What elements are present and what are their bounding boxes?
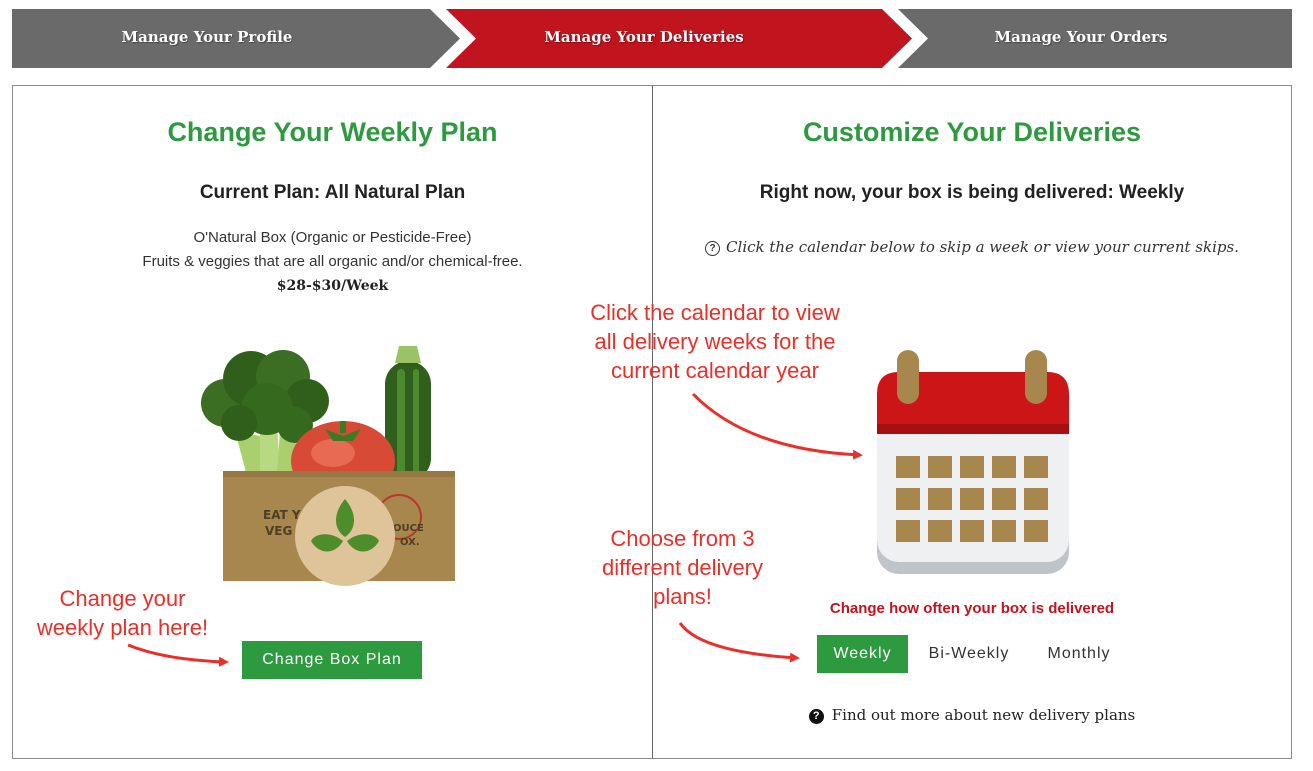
plan-box-name: O'Natural Box (Organic or Pesticide-Free… (193, 229, 472, 246)
weekly-plan-panel: Change Your Weekly Plan Current Plan: Al… (12, 85, 653, 759)
step-navigation: Manage Your Profile Manage Your Deliveri… (12, 9, 1292, 68)
delivery-plans-info-text: Find out more about new delivery plans (831, 706, 1136, 724)
annotation-delivery-plans: Choose from 3 different delivery plans! (601, 526, 763, 609)
plan-price: $28-$30/Week (276, 278, 389, 294)
weekly-plan-title: Change Your Weekly Plan (167, 117, 498, 147)
frequency-option-bi-weekly[interactable]: Bi-Weekly (915, 635, 1023, 673)
frequency-option-monthly[interactable]: Monthly (1033, 635, 1125, 673)
plan-details: O'Natural Box (Organic or Pesticide-Free… (13, 226, 652, 298)
skip-note: ? Click the calendar below to skip a week… (653, 238, 1291, 256)
step-manage-profile[interactable]: Manage Your Profile (12, 9, 402, 68)
box-text-right1: OUCE (393, 523, 424, 534)
customize-deliveries-panel: Customize Your Deliveries Right now, you… (652, 85, 1292, 759)
delivery-status: Right now, your box is being delivered: … (759, 182, 1185, 203)
question-circle-icon: ? (808, 709, 824, 724)
skip-note-text: Click the calendar below to skip a week … (726, 238, 1239, 256)
frequency-option-weekly[interactable]: Weekly (817, 635, 908, 673)
annotation-weekly-plan: Change your weekly plan here! (36, 586, 209, 640)
step-manage-orders[interactable]: Manage Your Orders (906, 9, 1256, 68)
box-text-right2: OX. (400, 537, 420, 548)
question-circle-icon: ? (705, 241, 721, 256)
delivery-plans-info-link[interactable]: ? Find out more about new delivery plans (653, 706, 1291, 724)
change-box-plan-button[interactable]: Change Box Plan (242, 641, 422, 679)
box-text-line1: EAT Y (263, 508, 301, 522)
plan-description: Fruits & veggies that are all organic an… (142, 253, 523, 270)
annotation-calendar: Click the calendar to view all delivery … (590, 300, 840, 383)
customize-deliveries-title: Customize Your Deliveries (802, 117, 1142, 147)
box-text-line2: VEG (265, 524, 292, 538)
calendar-icon[interactable] (875, 348, 1071, 576)
step-manage-deliveries[interactable]: Manage Your Deliveries (454, 9, 834, 68)
current-plan-heading: Current Plan: All Natural Plan (199, 182, 466, 203)
produce-box-illustration: EAT Y VEG OUCE OX. (201, 346, 455, 586)
